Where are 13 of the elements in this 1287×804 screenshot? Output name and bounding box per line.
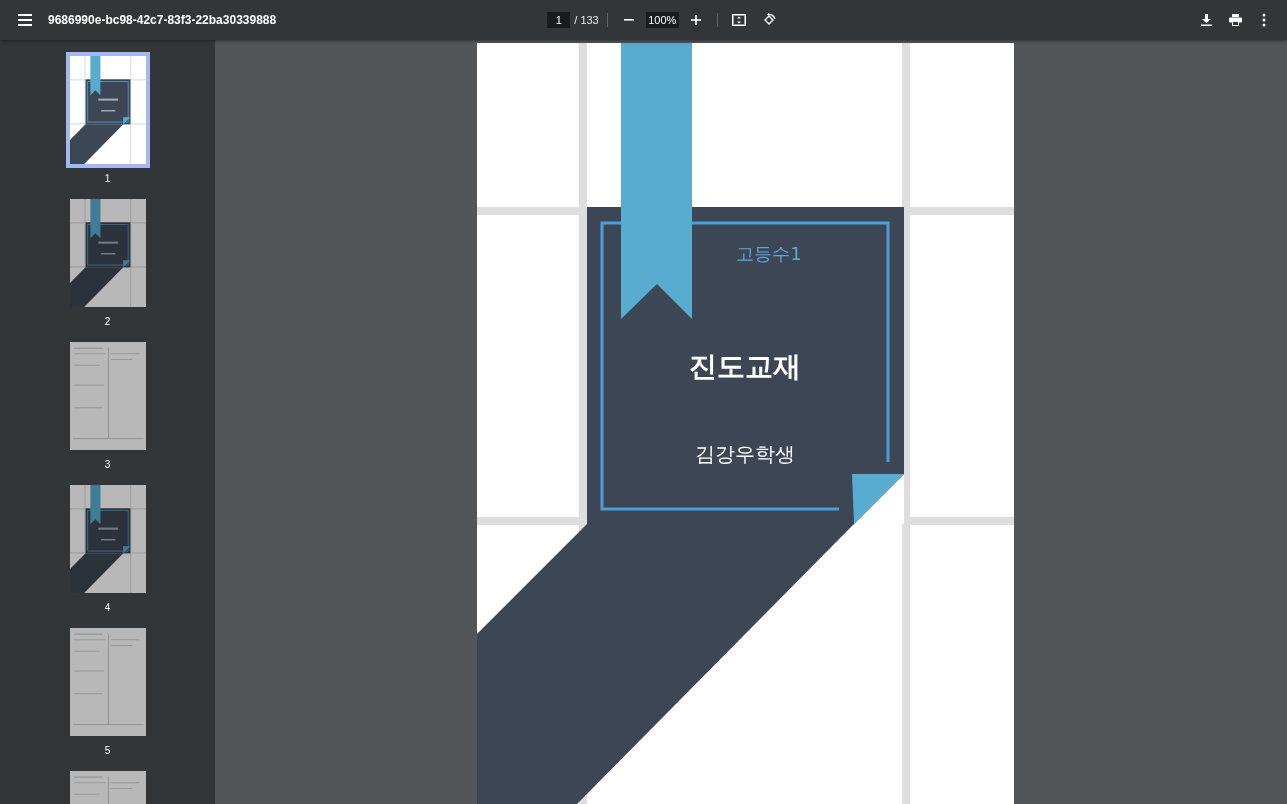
student-name: 김강우학생	[693, 441, 796, 468]
page-total: / 133	[574, 14, 599, 26]
page-number: 5	[104, 745, 111, 756]
cover-title: 진도교재	[687, 349, 802, 385]
zoom-field[interactable]: 100%	[645, 12, 679, 28]
document-title: 9686990e-bc98-42c7-83f3-22ba30339888	[48, 13, 277, 27]
page-number: 3	[104, 459, 111, 470]
page-number: 4	[104, 602, 111, 613]
page-thumbnail[interactable]	[65, 52, 150, 168]
page-number: 2	[104, 316, 111, 327]
page-number: 1	[104, 173, 111, 184]
subject-label: 고등수1	[735, 242, 803, 266]
page-number-field[interactable]: 1	[547, 12, 571, 28]
